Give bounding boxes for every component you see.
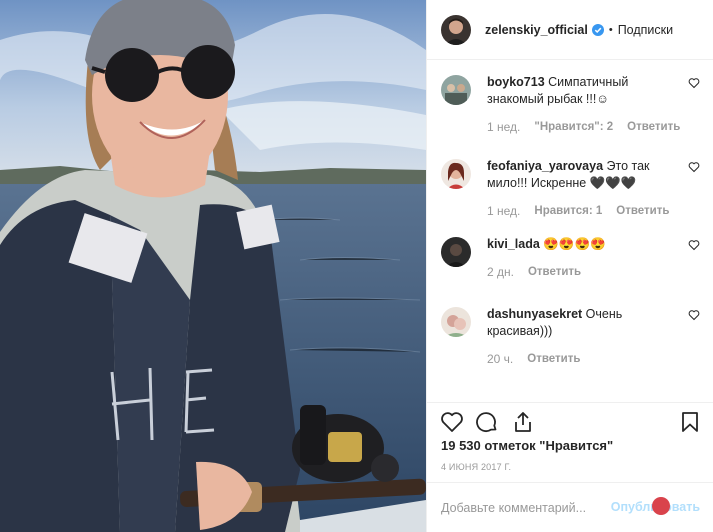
photo-illustration [0,0,426,532]
header-separator: • [608,23,613,36]
comment-meta: 2 дн. Ответить [487,264,687,281]
post-likes-count[interactable]: 19 530 отметок "Нравится" [441,438,613,453]
comment-time[interactable]: 2 дн. [487,264,514,281]
comment-like-icon[interactable] [688,239,700,251]
comment-username[interactable]: dashunyasekret [487,307,582,321]
comment-time[interactable]: 20 ч. [487,351,513,368]
comment-item: kivi_lada 😍😍😍😍 2 дн. Ответить [441,236,700,306]
comment-like-icon[interactable] [688,77,700,89]
comment-meta: 20 ч. Ответить [487,351,687,368]
commenter-avatar[interactable] [441,159,471,189]
post-date[interactable]: 4 ИЮНЯ 2017 Г. [441,462,511,472]
recording-dot-icon [652,497,670,515]
comment-time[interactable]: 1 нед. [487,203,520,220]
post-actions [427,402,713,442]
post-header: zelenskiy_official • Подписки [427,0,713,60]
comment-meta: 1 нед. Нравится: 1 Ответить [487,203,687,220]
author-avatar[interactable] [441,14,471,45]
comment-item: dashunyasekret Очень красивая))) 20 ч. О… [441,306,700,386]
post-panel: zelenskiy_official • Подписки boyko713 С… [426,0,713,532]
verified-badge-icon [591,23,604,36]
comment-item: feofaniya_yarovaya Это так мило!!! Искре… [441,158,700,236]
comment-input[interactable] [441,500,621,515]
comment-likes[interactable]: "Нравится": 2 [534,119,613,136]
comment-username[interactable]: kivi_lada [487,237,540,251]
comment-like-icon[interactable] [688,161,700,173]
reply-button[interactable]: Ответить [616,203,669,220]
comment-username[interactable]: feofaniya_yarovaya [487,159,603,173]
post-photo[interactable] [0,0,426,532]
commenter-avatar[interactable] [441,75,471,105]
share-icon[interactable] [511,410,535,434]
reply-button[interactable]: Ответить [627,119,680,136]
commenter-avatar[interactable] [441,237,471,267]
add-comment-bar: Опубликовать [427,482,713,532]
follow-status-button[interactable]: Подписки [618,23,673,37]
author-username[interactable]: zelenskiy_official [485,23,588,37]
bookmark-icon[interactable] [678,410,702,434]
comment-item: boyko713 Симпатичный знакомый рыбак !!!☺… [441,74,700,158]
reply-button[interactable]: Ответить [527,351,580,368]
comment-icon[interactable] [475,410,499,434]
comment-likes[interactable]: Нравится: 1 [534,203,602,220]
comment-like-icon[interactable] [688,309,700,321]
reply-button[interactable]: Ответить [528,264,581,281]
comments-list: boyko713 Симпатичный знакомый рыбак !!!☺… [427,60,713,400]
commenter-avatar[interactable] [441,307,471,337]
comment-username[interactable]: boyko713 [487,75,545,89]
comment-meta: 1 нед. "Нравится": 2 Ответить [487,119,687,136]
comment-time[interactable]: 1 нед. [487,119,520,136]
heart-icon[interactable] [440,410,464,434]
comment-text: 😍😍😍😍 [543,237,606,251]
